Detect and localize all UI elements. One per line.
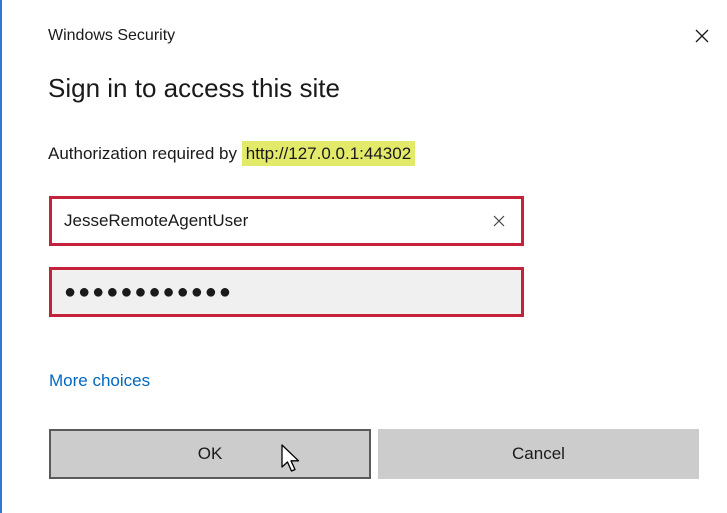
window-title: Windows Security xyxy=(48,27,176,44)
dialog-heading: Sign in to access this site xyxy=(48,73,340,103)
window-frame-edge xyxy=(0,0,2,513)
username-field[interactable] xyxy=(49,196,524,246)
username-input[interactable] xyxy=(52,199,521,243)
cancel-button[interactable]: Cancel xyxy=(378,429,699,479)
close-icon xyxy=(493,215,505,227)
clear-username-button[interactable] xyxy=(489,211,509,231)
authorization-message: Authorization required by http://127.0.0… xyxy=(48,141,416,166)
more-choices-link[interactable]: More choices xyxy=(49,371,150,391)
password-field[interactable] xyxy=(49,267,524,317)
password-input[interactable] xyxy=(52,270,521,314)
close-button[interactable] xyxy=(688,22,716,50)
ok-button[interactable]: OK xyxy=(49,429,371,479)
close-icon xyxy=(695,29,709,43)
authorization-url: http://127.0.0.1:44302 xyxy=(241,141,416,166)
authorization-prefix: Authorization required by xyxy=(48,144,242,163)
windows-security-dialog: Windows Security Sign in to access this … xyxy=(0,0,727,513)
